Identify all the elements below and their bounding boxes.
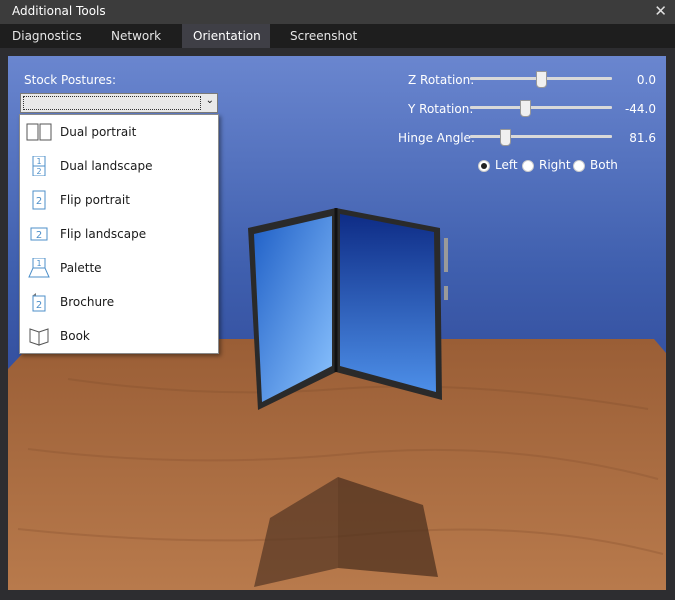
tab-network[interactable]: Network xyxy=(96,24,182,48)
hinge-angle-slider[interactable] xyxy=(470,129,612,146)
slider-track xyxy=(470,135,612,138)
tab-screenshot[interactable]: Screenshot xyxy=(270,24,360,48)
slider-thumb[interactable] xyxy=(536,71,547,88)
hinge-right-radio[interactable] xyxy=(522,160,534,172)
foldable-device-model xyxy=(248,208,448,410)
hinge-both-label: Both xyxy=(590,158,618,172)
posture-dual-landscape[interactable]: 1 2 Dual landscape xyxy=(20,149,218,183)
posture-label: Book xyxy=(60,329,90,343)
orientation-viewport[interactable]: Stock Postures: ⌄ Dual portrait 1 2 Dual… xyxy=(8,56,666,590)
slider-thumb[interactable] xyxy=(500,129,511,146)
slider-track xyxy=(470,106,612,109)
posture-label: Dual landscape xyxy=(60,159,153,173)
dropdown-focus-box xyxy=(23,96,201,110)
glyph: 1 xyxy=(36,259,41,268)
posture-label: Flip portrait xyxy=(60,193,130,207)
palette-icon: 1 xyxy=(28,258,50,278)
window-title: Additional Tools xyxy=(12,4,106,18)
flip-landscape-icon: 2 xyxy=(30,227,48,241)
hinge-angle-value: 81.6 xyxy=(629,131,656,145)
brochure-icon: 2 xyxy=(32,293,46,312)
hinge-right-label: Right xyxy=(539,158,571,172)
glyph: 2 xyxy=(36,196,42,207)
y-rotation-label: Y Rotation: xyxy=(408,102,474,116)
tab-strip: Diagnostics Network Orientation Screensh… xyxy=(0,24,675,48)
close-icon[interactable]: ✕ xyxy=(654,2,667,20)
posture-flip-portrait[interactable]: 2 Flip portrait xyxy=(20,183,218,217)
y-rotation-slider[interactable] xyxy=(470,100,612,117)
hinge-left-radio[interactable] xyxy=(478,160,490,172)
chevron-down-icon: ⌄ xyxy=(205,95,214,106)
hinge-left-label: Left xyxy=(495,158,518,172)
posture-label: Flip landscape xyxy=(60,227,147,241)
stock-postures-dropdown[interactable]: ⌄ xyxy=(20,93,218,113)
z-rotation-slider[interactable] xyxy=(470,71,612,88)
posture-label: Palette xyxy=(60,261,102,275)
tab-orientation[interactable]: Orientation xyxy=(182,24,270,48)
hinge-angle-label: Hinge Angle: xyxy=(398,131,475,145)
postures-list: Dual portrait 1 2 Dual landscape 2 Flip … xyxy=(19,114,219,354)
posture-flip-landscape[interactable]: 2 Flip landscape xyxy=(20,217,218,251)
glyph-bottom: 2 xyxy=(36,167,41,176)
dual-landscape-icon: 1 2 xyxy=(32,156,46,176)
posture-label: Dual portrait xyxy=(60,125,137,139)
stock-postures-label: Stock Postures: xyxy=(24,73,117,87)
glyph-top: 1 xyxy=(36,157,41,166)
posture-brochure[interactable]: 2 Brochure xyxy=(20,285,218,319)
posture-dual-portrait[interactable]: Dual portrait xyxy=(20,115,218,149)
y-rotation-value: -44.0 xyxy=(624,102,656,116)
dual-portrait-icon xyxy=(26,123,52,141)
title-bar: Additional Tools ✕ xyxy=(0,0,675,24)
flip-portrait-icon: 2 xyxy=(32,190,46,210)
posture-label: Brochure xyxy=(60,295,115,309)
tab-diagnostics[interactable]: Diagnostics xyxy=(0,24,96,48)
book-icon xyxy=(29,328,49,346)
posture-palette[interactable]: 1 Palette xyxy=(20,251,218,285)
slider-thumb[interactable] xyxy=(520,100,531,117)
glyph: 2 xyxy=(36,230,42,241)
glyph: 2 xyxy=(36,300,42,311)
hinge-both-radio[interactable] xyxy=(573,160,585,172)
z-rotation-label: Z Rotation: xyxy=(408,73,475,87)
posture-book[interactable]: Book xyxy=(20,319,218,353)
z-rotation-value: 0.0 xyxy=(636,73,656,87)
